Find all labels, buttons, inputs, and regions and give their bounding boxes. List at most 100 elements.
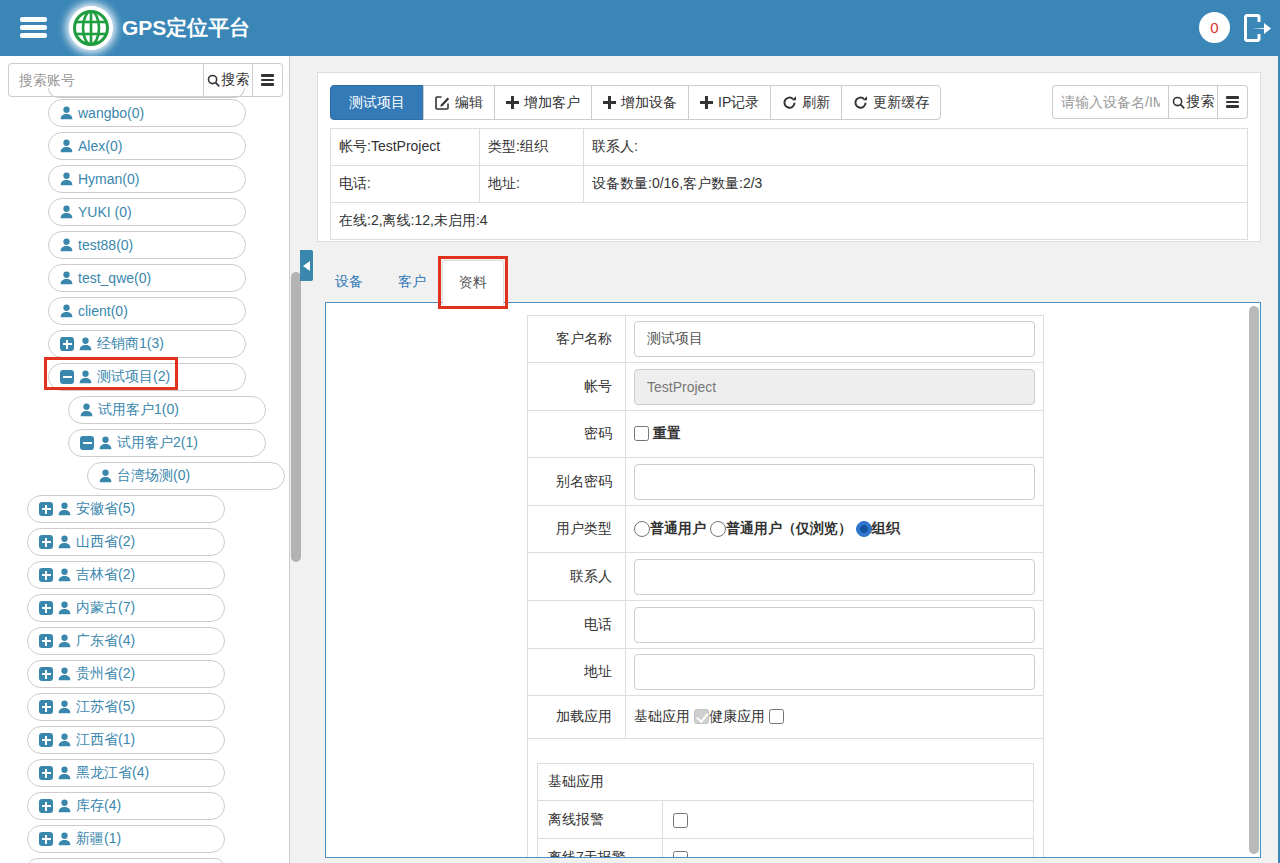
sidebar-collapse-button[interactable] <box>300 250 313 281</box>
tree-item-partial[interactable] <box>27 858 225 863</box>
logout-icon[interactable] <box>1242 14 1272 45</box>
toolbar-button-refresh-cache[interactable]: 更新缓存 <box>841 85 941 120</box>
notification-badge[interactable]: 0 <box>1199 12 1230 43</box>
checkbox-label: 重置 <box>653 425 681 441</box>
expand-icon[interactable] <box>39 601 53 615</box>
tree-item[interactable]: test_qwe(0) <box>48 264 246 292</box>
field-label: 离线报警 <box>538 801 663 839</box>
field-label: 联系人 <box>528 553 626 601</box>
account-summary-card: 测试项目编辑增加客户增加设备IP记录刷新更新缓存 搜索 帐号:TestProje… <box>317 72 1261 242</box>
device-search-button[interactable]: 搜索 <box>1168 85 1218 119</box>
radio-normal-user-view[interactable] <box>710 521 726 537</box>
tree-item[interactable]: 安徽省(5) <box>27 495 225 523</box>
tree-item[interactable]: Alex(0) <box>48 132 246 160</box>
menu-icon <box>1226 94 1239 110</box>
tree-item[interactable]: Hyman(0) <box>48 165 246 193</box>
user-icon <box>60 205 73 219</box>
tree-item[interactable]: 库存(4) <box>27 792 225 820</box>
expand-icon[interactable] <box>39 502 53 516</box>
field-label: 别名密码 <box>528 458 626 506</box>
refresh-icon <box>782 95 797 110</box>
menu-toggle-icon[interactable] <box>20 17 47 38</box>
tree-item[interactable]: 内蒙古(7) <box>27 594 225 622</box>
alias-password-input[interactable] <box>634 464 1035 500</box>
offline-alarm-checkbox[interactable] <box>673 813 688 828</box>
account-input <box>634 369 1035 405</box>
user-icon <box>60 304 73 318</box>
tree-item[interactable]: wangbo(0) <box>48 99 246 127</box>
user-icon <box>99 436 112 450</box>
radio-normal-user[interactable] <box>634 521 650 537</box>
offline-7day-alarm-checkbox[interactable] <box>673 851 688 859</box>
radio-organization[interactable] <box>856 521 872 537</box>
device-search-menu-button[interactable] <box>1218 85 1248 119</box>
toolbar-button-add-customer[interactable]: 增加客户 <box>494 85 592 120</box>
tree-item[interactable]: 吉林省(2) <box>27 561 225 589</box>
sidebar-scrollbar-thumb[interactable] <box>291 272 301 562</box>
contact-input[interactable] <box>634 559 1035 595</box>
toolbar-button-edit[interactable]: 编辑 <box>423 85 495 120</box>
expand-icon[interactable] <box>39 700 53 714</box>
tree-item[interactable]: 黑龙江省(4) <box>27 759 225 787</box>
expand-icon[interactable] <box>39 799 53 813</box>
tree-item[interactable]: test88(0) <box>48 231 246 259</box>
tree-item[interactable]: 贵州省(2) <box>27 660 225 688</box>
tree-item-partial[interactable] <box>48 88 245 98</box>
reset-password-checkbox[interactable] <box>634 426 649 441</box>
toolbar-button-refresh[interactable]: 刷新 <box>770 85 842 120</box>
expand-icon[interactable] <box>39 733 53 747</box>
tree-item[interactable]: 试用客户2(1) <box>68 429 266 457</box>
customer-name-input[interactable] <box>634 321 1035 357</box>
tab-customers[interactable]: 客户 <box>398 273 426 291</box>
expand-icon[interactable] <box>39 634 53 648</box>
account-info-table: 帐号:TestProject 类型:组织 联系人: 电话: 地址: 设备数量:0… <box>330 128 1248 240</box>
annotation-box-tree-item <box>44 357 178 390</box>
info-type: 类型:组织 <box>480 129 584 166</box>
refresh-icon <box>853 95 868 110</box>
tree-item[interactable]: 试用客户1(0) <box>68 396 266 424</box>
info-contact: 联系人: <box>584 129 1248 166</box>
tree-item[interactable]: 山西省(2) <box>27 528 225 556</box>
expand-icon[interactable] <box>39 667 53 681</box>
device-search-input[interactable] <box>1052 85 1168 119</box>
plus-icon <box>603 96 616 109</box>
expand-icon[interactable] <box>60 337 74 351</box>
user-icon <box>60 271 73 285</box>
info-phone: 电话: <box>331 166 480 203</box>
tree-item[interactable]: 广东省(4) <box>27 627 225 655</box>
toolbar-button-current-account[interactable]: 测试项目 <box>330 85 424 120</box>
field-label: 客户名称 <box>528 316 626 363</box>
tree-item[interactable]: client(0) <box>48 297 246 325</box>
phone-input[interactable] <box>634 607 1035 643</box>
field-label: 密码 <box>528 411 626 458</box>
tree-item[interactable]: 江苏省(5) <box>27 693 225 721</box>
user-icon <box>58 535 71 549</box>
toolbar-button-ip-log[interactable]: IP记录 <box>688 85 771 120</box>
expand-icon[interactable] <box>39 535 53 549</box>
panel-scrollbar-thumb[interactable] <box>1249 306 1259 854</box>
tree-item[interactable]: 新疆(1) <box>27 825 225 853</box>
tree-item[interactable]: 台湾场测(0) <box>87 462 285 490</box>
toolbar-button-add-device[interactable]: 增加设备 <box>591 85 689 120</box>
expand-icon[interactable] <box>39 832 53 846</box>
user-icon <box>58 502 71 516</box>
collapse-icon[interactable] <box>80 436 94 450</box>
user-icon <box>58 733 71 747</box>
sidebar: 搜索 wangbo(0)Alex(0)Hyman(0)YUKI (0)test8… <box>0 56 290 863</box>
tree-item[interactable]: 江西省(1) <box>27 726 225 754</box>
edit-icon <box>435 95 450 110</box>
user-icon <box>99 469 112 483</box>
tree-item[interactable]: YUKI (0) <box>48 198 246 226</box>
address-input[interactable] <box>634 654 1035 690</box>
tree-item[interactable]: 经销商1(3) <box>48 330 246 358</box>
expand-icon[interactable] <box>39 766 53 780</box>
menu-icon <box>261 72 274 88</box>
health-app-checkbox[interactable] <box>769 709 784 724</box>
user-type-options: 普通用户 普通用户（仅浏览） 组织 <box>626 506 1044 553</box>
base-app-checkbox <box>694 709 709 724</box>
account-search-menu-button[interactable] <box>253 63 283 97</box>
chevron-left-icon <box>303 261 310 271</box>
logo-globe-icon <box>69 6 113 50</box>
tab-devices[interactable]: 设备 <box>335 273 363 291</box>
expand-icon[interactable] <box>39 568 53 582</box>
